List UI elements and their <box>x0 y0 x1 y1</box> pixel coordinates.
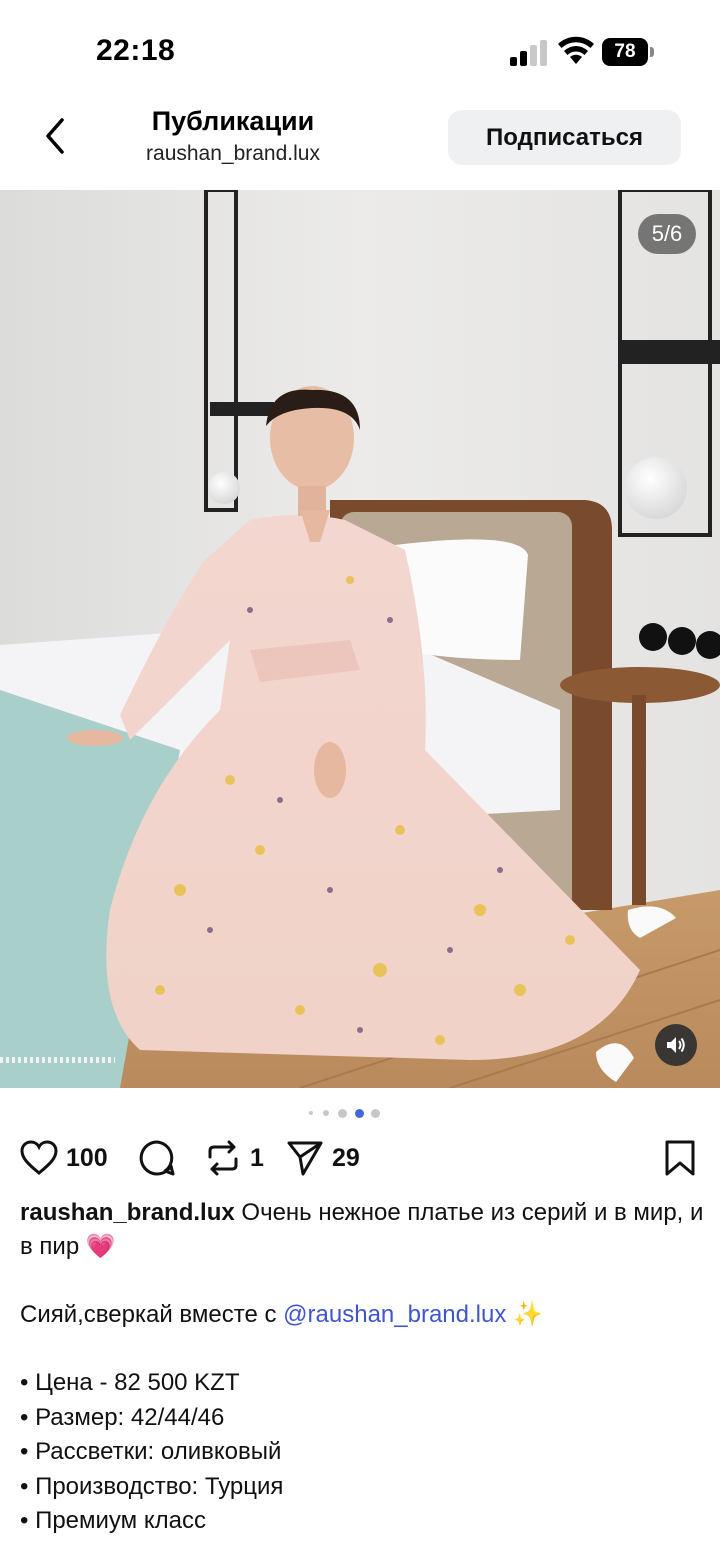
bookmark-icon <box>665 1140 695 1176</box>
caption-bullet: • Рассветки: оливковый <box>20 1438 282 1465</box>
battery-cap <box>650 47 654 57</box>
caption-spacer <box>20 1264 710 1298</box>
caption-line2-prefix: Сияй,сверкай вместе с <box>20 1301 284 1328</box>
save-button[interactable] <box>662 1138 698 1178</box>
cellular-signal-icon <box>510 40 547 66</box>
battery-level: 78 <box>602 38 648 66</box>
caption-bullet: • Размер: 42/44/46 <box>20 1403 225 1431</box>
post-image[interactable] <box>0 190 720 1088</box>
dress-photo-illustration <box>0 190 720 1088</box>
header-username[interactable]: raushan_brand.lux <box>100 142 366 166</box>
pager-dot <box>338 1109 347 1118</box>
caption-bullet: • Производство: Турция <box>20 1472 284 1500</box>
caption-bullet: • Премиум класс <box>20 1507 206 1534</box>
repost-button[interactable]: 1 <box>204 1138 264 1178</box>
chevron-left-icon[interactable] <box>36 116 76 156</box>
caption-second-paragraph: Сияй,сверкай вместе с @raushan_brand.lux… <box>20 1298 710 1332</box>
post-actions: 100 1 29 <box>0 1130 720 1186</box>
status-bar: 22:18 78 <box>0 0 720 100</box>
caption-spacer <box>20 1332 710 1366</box>
page-title: Публикации <box>151 106 315 136</box>
caption-line2-suffix: ✨ <box>506 1301 543 1328</box>
pager-dot-active <box>355 1109 364 1118</box>
comment-icon <box>139 1140 175 1176</box>
pager-dot <box>323 1110 329 1116</box>
speaker-icon[interactable] <box>655 1024 697 1066</box>
send-icon <box>287 1141 323 1176</box>
like-count: 100 <box>66 1143 108 1172</box>
carousel-pager <box>0 1108 720 1118</box>
battery-indicator: 78 <box>602 38 654 66</box>
follow-button[interactable]: Подписаться <box>448 110 681 165</box>
post-caption: raushan_brand.lux Очень нежное платье из… <box>20 1196 710 1539</box>
comment-button[interactable] <box>138 1138 176 1178</box>
pager-dot <box>371 1109 380 1118</box>
repost-count: 1 <box>250 1143 264 1172</box>
page-header: Публикации raushan_brand.lux Подписаться <box>0 100 720 190</box>
pager-dot <box>309 1111 313 1115</box>
caption-bullet: • Цена - 82 500 KZT <box>20 1369 240 1396</box>
status-time: 22:18 <box>96 34 176 67</box>
share-button[interactable]: 29 <box>286 1138 360 1178</box>
image-counter: 5/6 <box>638 214 696 254</box>
wifi-icon <box>558 36 594 64</box>
caption-first-paragraph: raushan_brand.lux Очень нежное платье из… <box>20 1196 710 1264</box>
caption-mention[interactable]: @raushan_brand.lux <box>283 1301 506 1328</box>
share-count: 29 <box>332 1143 360 1172</box>
repost-icon <box>208 1140 238 1176</box>
heart-icon <box>20 1140 58 1175</box>
like-button[interactable]: 100 <box>20 1138 108 1178</box>
caption-username[interactable]: raushan_brand.lux <box>20 1199 235 1226</box>
